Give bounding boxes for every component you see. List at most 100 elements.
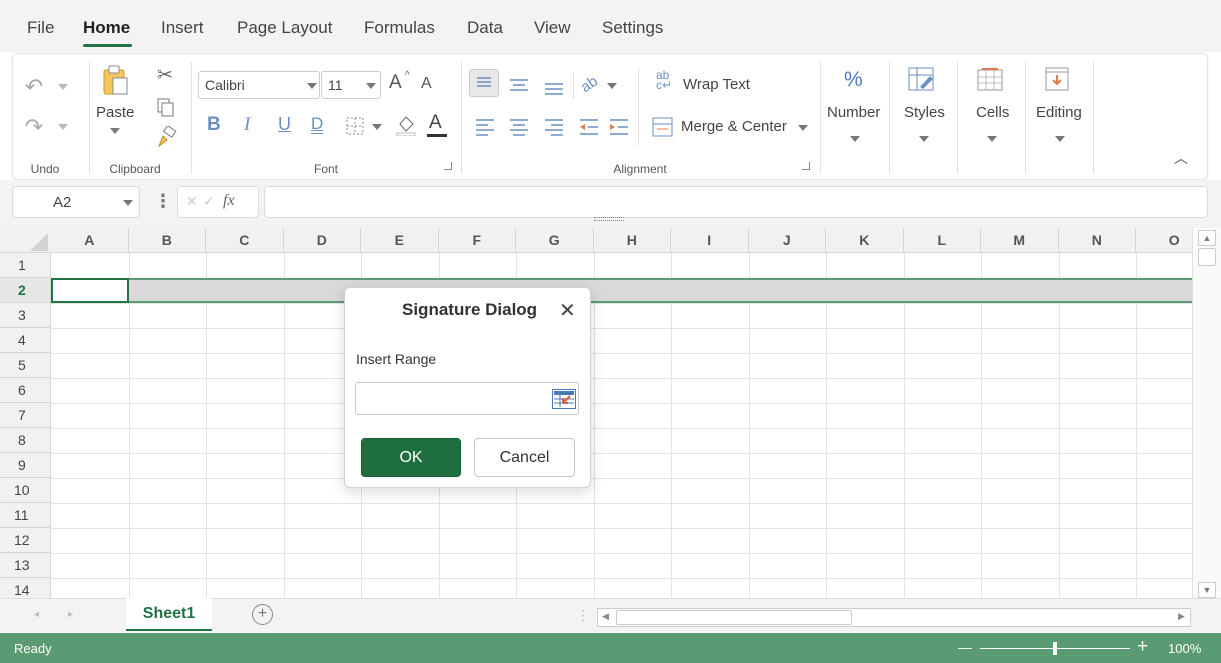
menu-page-layout[interactable]: Page Layout — [237, 18, 332, 38]
align-right-icon[interactable] — [542, 116, 566, 138]
column-header-l[interactable]: L — [904, 228, 981, 253]
resize-handle-icon[interactable] — [594, 217, 624, 221]
column-header-c[interactable]: C — [206, 228, 284, 253]
scroll-up-icon[interactable]: ▲ — [1198, 230, 1216, 246]
cancel-entry-icon[interactable]: ✕ — [186, 193, 198, 210]
alignment-dialog-launcher-icon[interactable] — [802, 162, 810, 170]
align-top-button[interactable] — [469, 69, 499, 97]
row-header-7[interactable]: 7 — [0, 403, 51, 428]
row-header-5[interactable]: 5 — [0, 353, 51, 378]
scroll-left-icon[interactable]: ◀ — [602, 611, 609, 622]
spreadsheet-grid[interactable]: ABCDEFGHIJKLMNO 1 2 3 4 5 6 7 8 9 10 11 12 13 14 — [0, 228, 1192, 598]
select-all-icon[interactable] — [30, 233, 48, 251]
merge-center-icon[interactable] — [652, 116, 674, 138]
row-header-8[interactable]: 8 — [0, 428, 51, 453]
cells-dropdown-icon[interactable] — [987, 136, 997, 142]
zoom-out-icon[interactable]: — — [958, 639, 972, 655]
column-header-o[interactable]: O — [1136, 228, 1192, 253]
scroll-down-icon[interactable]: ▼ — [1198, 582, 1216, 598]
row-header-12[interactable]: 12 — [0, 528, 51, 553]
collapse-ribbon-icon[interactable]: ︿ — [1171, 150, 1191, 166]
active-cell[interactable] — [51, 278, 129, 303]
redo-dropdown-icon[interactable] — [58, 124, 68, 130]
column-header-m[interactable]: M — [981, 228, 1059, 253]
insert-range-input[interactable] — [355, 382, 579, 415]
horizontal-scrollbar[interactable]: ◀ ▶ — [597, 608, 1191, 627]
column-header-e[interactable]: E — [361, 228, 439, 253]
font-dialog-launcher-icon[interactable] — [444, 162, 452, 170]
underline-icon[interactable]: U — [278, 114, 291, 135]
add-sheet-icon[interactable]: + — [252, 604, 273, 625]
wrap-text-icon[interactable]: ab c↵ — [656, 69, 672, 91]
font-size-select[interactable]: 11 — [321, 71, 381, 99]
undo-icon[interactable]: ↶ — [21, 74, 47, 100]
shrink-font-icon[interactable]: A — [421, 75, 432, 93]
vertical-scrollbar[interactable]: ▲ ▼ — [1192, 228, 1221, 600]
scroll-right-icon[interactable]: ▶ — [1178, 611, 1185, 622]
row-header-2[interactable]: 2 — [0, 278, 51, 303]
styles-label[interactable]: Styles — [904, 104, 945, 121]
column-header-k[interactable]: K — [826, 228, 904, 253]
editing-label[interactable]: Editing — [1036, 104, 1082, 121]
cancel-button[interactable]: Cancel — [474, 438, 575, 477]
sheet-tab-sheet1[interactable]: Sheet1 — [126, 598, 212, 631]
cells-icon[interactable] — [977, 67, 1005, 93]
column-header-g[interactable]: G — [516, 228, 594, 253]
row-header-4[interactable]: 4 — [0, 328, 51, 353]
more-options-icon[interactable]: ⋮ — [154, 191, 172, 212]
merge-center-label[interactable]: Merge & Center — [681, 118, 787, 135]
double-underline-icon[interactable]: D — [311, 114, 323, 134]
split-handle-icon[interactable]: ⋮ — [576, 607, 590, 624]
borders-icon[interactable] — [346, 117, 364, 135]
menu-settings[interactable]: Settings — [602, 18, 663, 38]
row-header-9[interactable]: 9 — [0, 453, 51, 478]
column-header-i[interactable]: I — [671, 228, 749, 253]
paste-dropdown-icon[interactable] — [110, 128, 120, 134]
horizontal-scroll-thumb[interactable] — [616, 610, 852, 625]
column-header-b[interactable]: B — [129, 228, 206, 253]
format-painter-icon[interactable] — [157, 126, 179, 148]
name-box[interactable]: A2 — [12, 186, 140, 218]
formula-input[interactable] — [264, 186, 1208, 218]
menu-data[interactable]: Data — [467, 18, 503, 38]
cells-label[interactable]: Cells — [976, 104, 1009, 121]
align-bottom-icon[interactable] — [542, 76, 566, 98]
zoom-in-icon[interactable]: + — [1137, 636, 1148, 658]
number-dropdown-icon[interactable] — [850, 136, 860, 142]
fill-color-icon[interactable] — [395, 114, 417, 136]
prev-sheet-icon[interactable]: ◂ — [34, 609, 39, 620]
editing-icon[interactable] — [1045, 67, 1071, 93]
row-header-11[interactable]: 11 — [0, 503, 51, 528]
orientation-dropdown-icon[interactable] — [607, 83, 617, 89]
column-header-d[interactable]: D — [284, 228, 361, 253]
paste-icon[interactable] — [101, 64, 129, 96]
column-header-a[interactable]: A — [51, 228, 129, 253]
row-header-6[interactable]: 6 — [0, 378, 51, 403]
scroll-thumb[interactable] — [1198, 248, 1216, 266]
wrap-text-label[interactable]: Wrap Text — [683, 76, 750, 93]
column-header-f[interactable]: F — [439, 228, 516, 253]
column-header-n[interactable]: N — [1059, 228, 1136, 253]
increase-indent-icon[interactable] — [607, 116, 631, 138]
row-header-13[interactable]: 13 — [0, 553, 51, 578]
confirm-entry-icon[interactable]: ✓ — [203, 193, 215, 210]
column-header-j[interactable]: J — [749, 228, 826, 253]
align-left-icon[interactable] — [473, 116, 497, 138]
font-color-icon[interactable]: A — [429, 112, 442, 134]
merge-dropdown-icon[interactable] — [798, 125, 808, 131]
row-header-10[interactable]: 10 — [0, 478, 51, 503]
grow-font-icon[interactable]: A — [389, 72, 402, 94]
decrease-indent-icon[interactable] — [577, 116, 601, 138]
align-center-icon[interactable] — [507, 116, 531, 138]
copy-icon[interactable] — [157, 98, 175, 118]
borders-dropdown-icon[interactable] — [372, 124, 382, 130]
menu-formulas[interactable]: Formulas — [364, 18, 435, 38]
undo-dropdown-icon[interactable] — [58, 84, 68, 90]
align-middle-icon[interactable] — [507, 74, 531, 96]
menu-home[interactable]: Home — [83, 18, 130, 38]
styles-dropdown-icon[interactable] — [919, 136, 929, 142]
range-select-icon[interactable] — [552, 389, 576, 409]
row-header-3[interactable]: 3 — [0, 303, 51, 328]
number-label[interactable]: Number — [827, 104, 880, 121]
zoom-slider-thumb[interactable] — [1053, 642, 1057, 655]
